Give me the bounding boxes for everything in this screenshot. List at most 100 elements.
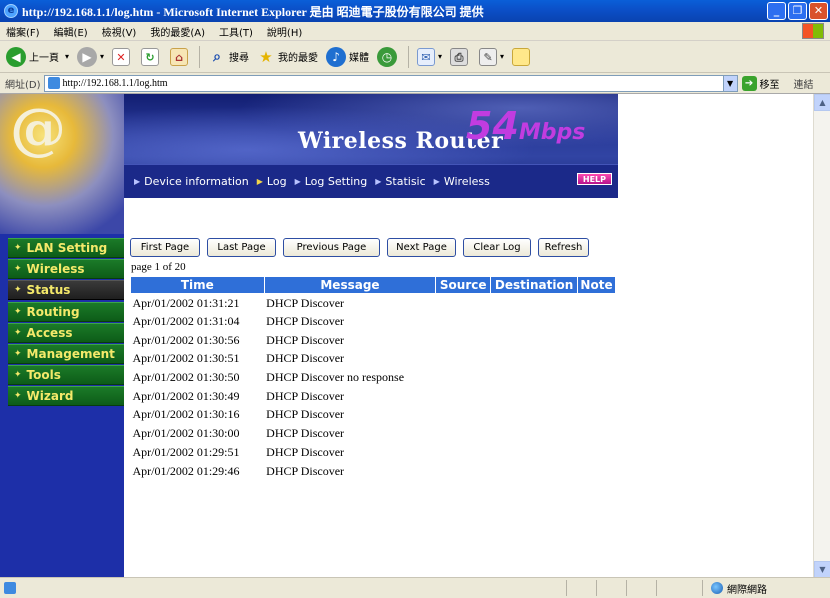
back-label: 上一頁 <box>29 53 59 64</box>
star-bullet-icon: ✦ <box>14 306 22 317</box>
home-icon: ⌂ <box>170 47 189 66</box>
first-page-button[interactable]: First Page <box>130 238 200 257</box>
back-arrow-icon: ◀ <box>6 46 26 67</box>
scroll-up-arrow-icon[interactable]: ▲ <box>814 94 830 111</box>
back-dropdown-icon[interactable]: ▾ <box>65 52 69 61</box>
sidebar-item-wizard[interactable]: ✦ Wizard <box>8 386 124 407</box>
log-message: DHCP Discover <box>266 388 345 403</box>
banner-speed: 54Mbps <box>466 104 585 148</box>
back-button[interactable]: ◀ 上一頁 ▾ <box>6 46 69 67</box>
search-label: 搜尋 <box>229 53 250 64</box>
last-page-button[interactable]: Last Page <box>207 238 276 257</box>
menu-favorites[interactable]: 我的最愛(A) <box>150 24 205 39</box>
next-page-button[interactable]: Next Page <box>387 238 456 257</box>
log-message: DHCP Discover <box>266 295 345 310</box>
home-button[interactable]: ⌂ <box>170 47 191 66</box>
media-button[interactable]: ♪ 媒體 <box>326 46 369 67</box>
banner-speed-unit: Mbps <box>518 120 586 145</box>
vertical-scrollbar[interactable]: ▲ ▼ <box>813 94 830 577</box>
log-time: Apr/01/2002 01:29:51 <box>132 444 240 459</box>
triangle-bullet-icon: ▶ <box>433 177 440 186</box>
log-time: Apr/01/2002 01:30:50 <box>132 370 240 385</box>
mail-button[interactable]: ✉ ▾ <box>417 47 442 66</box>
edit-button[interactable]: ✎ ▾ <box>479 47 504 66</box>
minimize-button[interactable]: _ <box>767 2 786 20</box>
maximize-button[interactable]: ❐ <box>788 2 807 20</box>
table-row: Apr/01/2002 01:30:49 DHCP Discover <box>131 387 616 406</box>
log-time: Apr/01/2002 01:30:56 <box>132 332 240 347</box>
log-time: Apr/01/2002 01:30:49 <box>132 388 240 403</box>
edit-icon: ✎ <box>479 47 498 66</box>
top-nav-wireless[interactable]: ▶ Wireless <box>434 175 490 188</box>
table-row: Apr/01/2002 01:30:51 DHCP Discover <box>131 350 616 369</box>
toolbar: ◀ 上一頁 ▾ ▶ ▾ ✕ ↻ ⌂ ⌕ 搜尋 ★ 我的最愛 ♪ 媒體 ◷ ✉ ▾… <box>0 41 830 73</box>
column-header-note: Note <box>577 276 616 294</box>
sidebar-item-label: Wizard <box>26 389 74 404</box>
forward-dropdown-icon[interactable]: ▾ <box>100 52 104 61</box>
table-row: Apr/01/2002 01:30:00 DHCP Discover <box>131 424 616 443</box>
status-divider <box>626 580 627 596</box>
sidebar-item-wireless[interactable]: ✦ Wireless <box>8 259 124 280</box>
sidebar-item-access[interactable]: ✦ Access <box>8 322 124 343</box>
search-button[interactable]: ⌕ 搜尋 <box>208 48 249 66</box>
address-dropdown-icon[interactable]: ▼ <box>722 75 737 91</box>
menu-view[interactable]: 檢視(V) <box>102 24 137 39</box>
top-nav-device-information[interactable]: ▶ Device information <box>134 175 249 188</box>
sidebar-item-routing[interactable]: ✦ Routing <box>8 301 124 322</box>
go-button[interactable]: ➔ 移至 <box>741 75 780 91</box>
star-bullet-icon: ✦ <box>14 370 22 381</box>
star-bullet-icon: ✦ <box>14 391 22 402</box>
window-controls: _ ❐ ✕ <box>767 2 828 20</box>
sidebar-item-management[interactable]: ✦ Management <box>8 343 124 364</box>
favorites-label: 我的最愛 <box>278 53 319 64</box>
menu-tools[interactable]: 工具(T) <box>219 24 253 39</box>
table-row: Apr/01/2002 01:30:50 DHCP Discover no res… <box>131 368 616 387</box>
menu-edit[interactable]: 編輯(E) <box>54 24 88 39</box>
address-bar: 網址(D) http://192.168.1.1/log.htm ▼ ➔ 移至 … <box>0 73 830 93</box>
sidebar-item-status[interactable]: ✦ Status <box>8 280 124 301</box>
title-bar: e http://192.168.1.1/log.htm - Microsoft… <box>0 0 830 22</box>
sidebar-item-lan-setting[interactable]: ✦ LAN Setting <box>8 238 124 258</box>
top-nav-statistic[interactable]: ▶ Statisic <box>375 175 425 188</box>
left-navigation-frame: @ ✦ LAN Setting ✦ Wireless ✦ Status ✦ Ro… <box>0 94 124 577</box>
menu-help[interactable]: 說明(H) <box>267 24 302 39</box>
previous-page-button[interactable]: Previous Page <box>283 238 380 257</box>
edit-dropdown-icon[interactable]: ▾ <box>500 52 504 61</box>
close-button[interactable]: ✕ <box>809 2 828 20</box>
window-title: http://192.168.1.1/log.htm - Microsoft I… <box>22 4 484 19</box>
top-nav-log[interactable]: ▶ Log <box>257 175 287 188</box>
star-bullet-icon: ✦ <box>14 285 22 296</box>
print-button[interactable]: ⎙ <box>450 47 471 66</box>
refresh-log-button[interactable]: Refresh <box>538 238 589 257</box>
mail-dropdown-icon[interactable]: ▾ <box>438 52 442 61</box>
history-icon: ◷ <box>377 46 398 67</box>
forward-button[interactable]: ▶ ▾ <box>77 46 104 67</box>
toolbar-separator <box>408 45 410 68</box>
links-button[interactable]: 連結 <box>794 76 814 91</box>
windows-flag-icon <box>802 23 824 39</box>
clear-log-button[interactable]: Clear Log <box>463 238 531 257</box>
log-message: DHCP Discover <box>266 407 345 422</box>
notes-button[interactable] <box>512 47 533 66</box>
history-button[interactable]: ◷ <box>377 46 400 67</box>
go-label: 移至 <box>759 79 780 91</box>
menu-file[interactable]: 檔案(F) <box>6 24 40 39</box>
status-bar: 網際網路 <box>0 577 830 598</box>
table-row: Apr/01/2002 01:30:16 DHCP Discover <box>131 406 616 425</box>
sidebar-item-label: Management <box>26 346 115 361</box>
refresh-button[interactable]: ↻ <box>141 47 162 66</box>
status-divider <box>566 580 567 596</box>
top-nav-label: Device information <box>144 175 249 188</box>
column-header-destination: Destination <box>490 276 579 294</box>
address-input[interactable]: http://192.168.1.1/log.htm ▼ <box>43 74 738 92</box>
help-button[interactable]: HELP <box>576 173 612 185</box>
top-nav-label: Log <box>266 175 287 188</box>
top-nav-log-setting[interactable]: ▶ Log Setting <box>295 175 368 188</box>
globe-icon <box>711 582 723 594</box>
favorites-button[interactable]: ★ 我的最愛 <box>257 48 318 66</box>
sidebar-item-tools[interactable]: ✦ Tools <box>8 365 124 386</box>
stop-button[interactable]: ✕ <box>112 47 133 66</box>
scroll-down-arrow-icon[interactable]: ▼ <box>814 561 830 577</box>
printer-icon: ⎙ <box>450 47 469 66</box>
toolbar-separator <box>199 45 201 68</box>
